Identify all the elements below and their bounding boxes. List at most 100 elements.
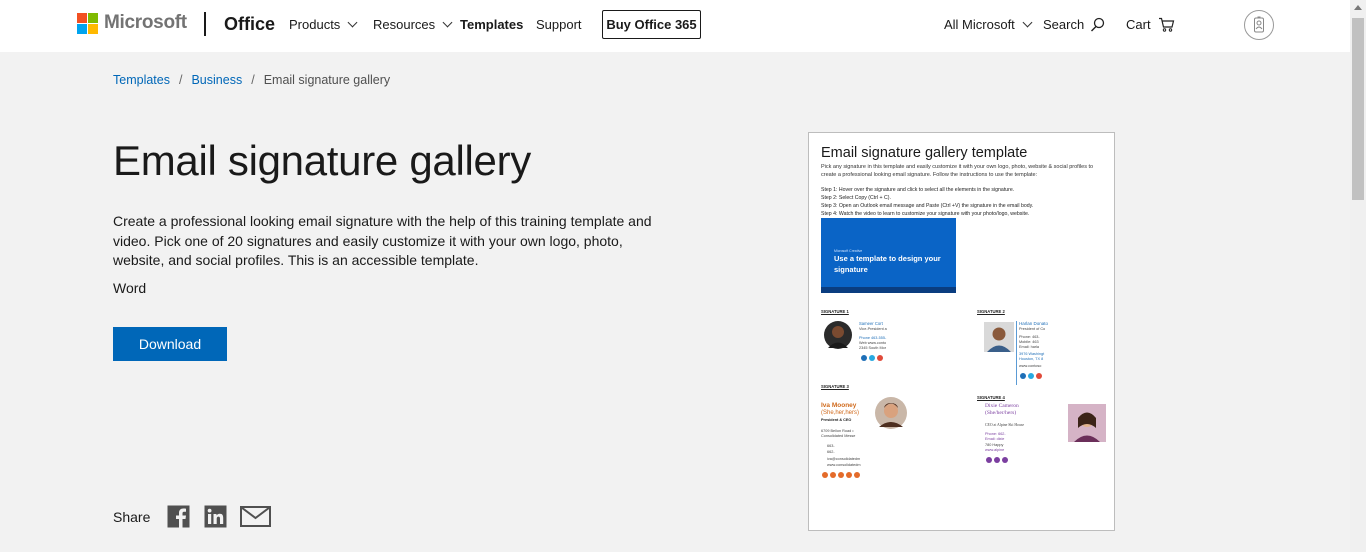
signature-1-label: SIGNATURE 1 [821, 309, 849, 314]
signature-1-twitter-icon [869, 355, 875, 361]
signature-2-line: Mobile: 463 [1019, 340, 1039, 344]
page-title: Email signature gallery [113, 137, 531, 184]
signature-4-line: CEO at Alpine Ski House [985, 423, 1025, 427]
nav-products-label: Products [289, 17, 341, 32]
signature-1-name: Sameer Cort [859, 321, 883, 326]
signature-4-pronoun: (She/her/hers) [985, 410, 1017, 416]
signature-3-line: iva@consolidatedm [827, 457, 861, 461]
signature-2-googleplus-icon [1036, 373, 1042, 379]
nav-all-microsoft[interactable]: All Microsoft [944, 17, 1033, 32]
signature-1-googleplus-icon [877, 355, 883, 361]
signature-4-linkedin-icon [994, 457, 1000, 463]
page-scrollbar[interactable] [1350, 0, 1366, 552]
breadcrumb-current: Email signature gallery [263, 73, 391, 87]
app-type: Word [113, 280, 147, 296]
signature-4-facebook-icon [986, 457, 992, 463]
signature-2-linkedin-icon [1020, 373, 1026, 379]
signature-3-social-icon [846, 472, 852, 478]
nav-templates[interactable]: Templates [460, 17, 523, 32]
signature-3-line: Consolidated Messe [821, 434, 856, 438]
nav-support[interactable]: Support [536, 17, 582, 32]
signature-2-role: President of Co [1019, 327, 1046, 331]
header-divider [204, 12, 206, 36]
signature-4-label: SIGNATURE 4 [977, 395, 1005, 400]
signature-4-line: Email: dixie [985, 437, 1005, 441]
signature-4-twitter-icon [1002, 457, 1008, 463]
signature-2-label: SIGNATURE 2 [977, 309, 1005, 314]
breadcrumb-separator: / [251, 73, 255, 87]
signature-3-line: www.consolidatedm [827, 463, 861, 467]
breadcrumb-separator: / [178, 73, 183, 87]
signature-1-photo [824, 321, 852, 349]
download-button[interactable]: Download [113, 327, 227, 361]
cart-icon [1158, 17, 1174, 32]
signature-3-social-icon [838, 472, 844, 478]
signature-4-photo [1068, 404, 1106, 442]
breadcrumb-business[interactable]: Business [191, 73, 242, 87]
signature-2-name: Harlan Donato [1019, 321, 1049, 326]
microsoft-wordmark: Microsoft [104, 12, 187, 33]
signature-3-social-icon [830, 472, 836, 478]
signature-2-divider [1016, 321, 1017, 385]
facebook-icon[interactable] [167, 505, 190, 528]
cart-label: Cart [1126, 17, 1151, 32]
preview-intro: Pick any signature in this template and … [821, 164, 1094, 178]
signature-1-line: 2345 South Mor [859, 346, 887, 350]
video-controls-bar [821, 287, 956, 293]
scrollbar-thumb[interactable] [1352, 18, 1364, 200]
breadcrumb-templates[interactable]: Templates [113, 73, 170, 87]
signature-4-line: www.alpine [985, 448, 1005, 452]
preview-step: Step 1: Hover over the signature and cli… [821, 187, 1015, 193]
mail-icon[interactable] [240, 505, 271, 528]
share-label: Share [113, 509, 151, 525]
signature-4-line: Phone: 662- [985, 432, 1006, 436]
account-icon [1254, 16, 1264, 33]
signature-3-line: 662- [827, 450, 835, 454]
signature-3-name: Iva Mooney [821, 402, 857, 409]
signature-1-linkedin-icon [861, 355, 867, 361]
signature-1-role: Vice-President a [859, 327, 887, 331]
signature-2-line: www.contoso [1019, 364, 1042, 368]
microsoft-logo[interactable]: Microsoft [77, 12, 187, 34]
signature-3-photo [875, 397, 907, 429]
linkedin-icon[interactable] [204, 505, 227, 528]
preview-steps: Step 1: Hover over the signature and cli… [821, 186, 1106, 218]
signature-3-role: President & CEO [821, 418, 852, 422]
signature-2-line: Email: harla [1019, 345, 1040, 349]
preview-video-thumbnail: Microsoft Creative Use a template to des… [821, 218, 956, 293]
search-icon [1091, 17, 1105, 32]
search-label: Search [1043, 17, 1085, 32]
signature-2-line: 3976 Washingt [1019, 352, 1045, 356]
office-link[interactable]: Office [224, 14, 275, 35]
template-preview[interactable]: Email signature gallery template Pick an… [808, 132, 1115, 531]
signature-1-line: Phone 463-555- [859, 336, 887, 340]
nav-all-microsoft-label: All Microsoft [944, 17, 1015, 32]
signature-3-pronoun: (She,her,hers) [821, 410, 860, 416]
video-title: Use a template to design your signature [834, 254, 941, 274]
preview-title: Email signature gallery template [821, 145, 1028, 161]
cart-button[interactable]: Cart [1126, 17, 1175, 32]
signature-3-social-icon [854, 472, 860, 478]
signature-2-line: Houston, TX 8 [1019, 357, 1044, 361]
signature-3-line: 6709 Bellon Road • [821, 429, 854, 433]
preview-step: Step 2: Select Copy (Ctrl + C). [821, 195, 891, 201]
signature-2-photo [984, 322, 1014, 352]
account-button[interactable] [1244, 10, 1274, 40]
nav-resources-label: Resources [373, 17, 436, 32]
preview-step: Step 4: Watch the video to learn to cust… [821, 211, 1030, 217]
nav-resources[interactable]: Resources [373, 17, 453, 32]
scroll-up-arrow-icon[interactable] [1354, 5, 1362, 10]
search-button[interactable]: Search [1043, 17, 1105, 32]
template-description: Create a professional looking email sign… [113, 213, 652, 268]
buy-office-button[interactable]: Buy Office 365 [602, 10, 701, 39]
signature-3-label: SIGNATURE 3 [821, 384, 849, 389]
breadcrumb: Templates / Business / Email signature g… [113, 73, 390, 87]
signature-3-line: 663- [827, 444, 835, 448]
signature-2-line: Phone: 463- [1019, 335, 1040, 339]
chevron-down-icon [1022, 17, 1033, 28]
chevron-down-icon [347, 17, 358, 28]
microsoft-logo-icon [77, 12, 98, 34]
nav-products[interactable]: Products [289, 17, 358, 32]
signature-1-line: Web www.conto [859, 341, 887, 345]
signature-4-name: Dixie Cameron [985, 403, 1019, 409]
